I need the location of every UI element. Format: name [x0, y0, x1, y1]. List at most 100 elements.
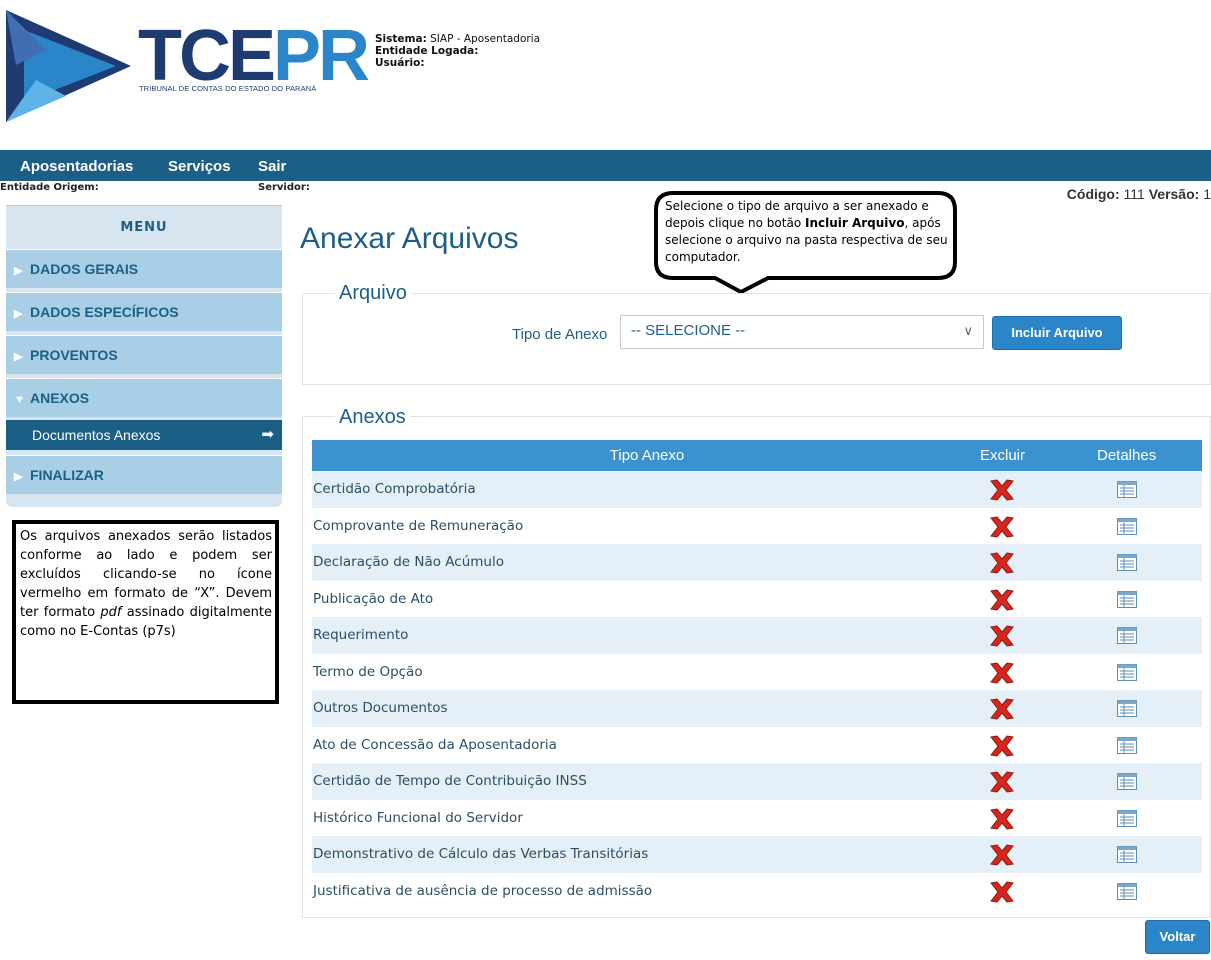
- top-nav: Aposentadorias Serviços Sair: [0, 150, 1211, 181]
- delete-x-icon[interactable]: [987, 588, 1017, 612]
- tipo-anexo-select[interactable]: -- SELECIONE -- ∨: [620, 315, 984, 349]
- tipo-anexo-cell: Ato de Concessão da Aposentadoria: [313, 736, 557, 753]
- codigo-label: Código:: [1066, 186, 1120, 202]
- details-icon[interactable]: [1117, 700, 1137, 717]
- page-title: Anexar Arquivos: [300, 222, 519, 255]
- bubble-text-bold: Incluir Arquivo: [804, 216, 905, 230]
- tipo-anexo-cell: Certidão de Tempo de Contribuição INSS: [313, 773, 587, 789]
- column-header-tipo-anexo: Tipo Anexo: [609, 447, 685, 464]
- delete-x-icon[interactable]: [987, 734, 1017, 758]
- details-icon[interactable]: [1117, 590, 1137, 608]
- delete-x-icon[interactable]: [987, 661, 1017, 685]
- column-header-excluir: Excluir: [980, 447, 1026, 464]
- sidebar-item-dados-especificos[interactable]: ▶ DADOS ESPECÍFICOS: [6, 292, 282, 331]
- entidade-origem-label: Entidade Origem:: [0, 182, 99, 193]
- details-icon[interactable]: [1117, 663, 1137, 681]
- table-row: Outros Documentos: [312, 690, 1202, 727]
- delete-x-icon[interactable]: [987, 843, 1017, 867]
- tipo-anexo-cell: Certidão Comprobatória: [313, 481, 476, 497]
- sidebar-item-proventos[interactable]: ▶ PROVENTOS: [6, 335, 282, 374]
- sidebar-item-label: DADOS ESPECÍFICOS: [30, 304, 179, 320]
- speech-bubble-text: Selecione o tipo de arquivo a ser anexad…: [665, 198, 953, 266]
- table-body: Certidão Comprobatória Comprovante de Rem…: [312, 471, 1202, 909]
- triangle-down-icon: ▼: [14, 394, 25, 406]
- delete-x-icon[interactable]: [987, 697, 1017, 721]
- sidebar-item-label: DADOS GERAIS: [30, 261, 139, 277]
- sidebar-item-anexos[interactable]: ▼ ANEXOS: [6, 378, 282, 417]
- tipo-anexo-cell: Publicação de Ato: [313, 590, 434, 607]
- tipo-anexo-cell: Declaração de Não Acúmulo: [313, 554, 504, 570]
- tipo-anexo-cell: Justificativa de ausência de processo de…: [313, 882, 653, 899]
- sidebar-menu: MENU ▶ DADOS GERAIS ▶ DADOS ESPECÍFICOS ▶ P…: [6, 205, 282, 507]
- delete-x-icon[interactable]: [987, 478, 1017, 502]
- context-bar: Entidade Origem: Servidor:: [0, 182, 1211, 196]
- tipo-anexo-cell: Termo de Opção: [313, 663, 423, 680]
- entidade-logada-label: Entidade Logada:: [375, 45, 479, 57]
- tcepr-logo-icon: [6, 10, 131, 122]
- nav-aposentadorias[interactable]: Aposentadorias: [20, 150, 133, 184]
- details-icon[interactable]: [1117, 809, 1137, 827]
- help-note: Os arquivos anexados serão listados conf…: [12, 520, 279, 704]
- column-header-detalhes: Detalhes: [1097, 447, 1157, 464]
- tipo-anexo-label: Tipo de Anexo: [512, 326, 608, 343]
- tipo-anexo-cell: Requerimento: [313, 627, 409, 643]
- delete-x-icon[interactable]: [987, 624, 1017, 648]
- table-row: Requerimento: [312, 617, 1202, 654]
- anexos-table: Tipo Anexo Excluir Detalhes Certidão Com…: [312, 440, 1202, 909]
- arquivo-legend: Arquivo: [335, 282, 411, 305]
- sidebar-subitem-documentos-anexos[interactable]: Documentos Anexos ➡: [6, 420, 282, 450]
- codigo-value: 111: [1123, 186, 1145, 202]
- triangle-right-icon: ▶: [14, 351, 23, 363]
- tipo-anexo-cell: Comprovante de Remuneração: [313, 517, 524, 534]
- details-icon[interactable]: [1117, 773, 1137, 790]
- sidebar-item-label: FINALIZAR: [30, 467, 104, 483]
- table-header: Tipo Anexo Excluir Detalhes: [312, 440, 1202, 471]
- anexos-legend: Anexos: [335, 406, 410, 429]
- logo-wordmark: TCEPR: [138, 16, 370, 96]
- nav-sair[interactable]: Sair: [258, 150, 286, 184]
- sidebar-item-label: ANEXOS: [30, 390, 90, 406]
- tipo-anexo-cell: Histórico Funcional do Servidor: [313, 809, 523, 826]
- table-row: Declaração de Não Acúmulo: [312, 544, 1202, 581]
- delete-x-icon[interactable]: [987, 807, 1017, 831]
- delete-x-icon[interactable]: [987, 551, 1017, 575]
- chevron-down-icon: ∨: [963, 323, 973, 338]
- triangle-right-icon: ▶: [14, 265, 23, 277]
- details-icon[interactable]: [1117, 736, 1137, 754]
- triangle-right-icon: ▶: [14, 308, 23, 320]
- usuario-label: Usuário:: [375, 57, 425, 69]
- servidor-label: Servidor:: [258, 182, 310, 193]
- arrow-right-icon: ➡: [261, 426, 274, 443]
- incluir-arquivo-button[interactable]: Incluir Arquivo: [992, 316, 1122, 350]
- delete-x-icon[interactable]: [987, 880, 1017, 904]
- details-icon[interactable]: [1117, 627, 1137, 644]
- nav-servicos[interactable]: Serviços: [168, 150, 231, 184]
- tipo-anexo-cell: Demonstrativo de Cálculo das Verbas Tran…: [313, 846, 649, 862]
- details-icon[interactable]: [1117, 846, 1137, 863]
- table-row: Ato de Concessão da Aposentadoria: [312, 726, 1202, 763]
- delete-x-icon[interactable]: [987, 515, 1017, 539]
- help-note-emphasis: pdf: [100, 605, 122, 620]
- details-icon[interactable]: [1117, 517, 1137, 535]
- sidebar-item-dados-gerais[interactable]: ▶ DADOS GERAIS: [6, 249, 282, 288]
- versao-value: 1: [1203, 186, 1211, 202]
- details-icon[interactable]: [1117, 882, 1137, 900]
- sidebar-subitem-label: Documentos Anexos: [32, 427, 161, 443]
- table-row: Certidão Comprobatória: [312, 471, 1202, 508]
- table-row: Termo de Opção: [312, 653, 1202, 690]
- table-row: Comprovante de Remuneração: [312, 507, 1202, 544]
- delete-x-icon[interactable]: [987, 770, 1017, 794]
- details-icon[interactable]: [1117, 481, 1137, 498]
- tipo-anexo-cell: Outros Documentos: [313, 700, 448, 716]
- tipo-anexo-select-value: -- SELECIONE --: [631, 322, 746, 339]
- triangle-right-icon: ▶: [14, 471, 23, 483]
- details-icon[interactable]: [1117, 554, 1137, 571]
- sidebar-item-label: PROVENTOS: [30, 347, 118, 363]
- menu-title: MENU: [6, 205, 282, 249]
- system-info: Sistema: SIAP - Aposentadoria Entidade L…: [375, 33, 540, 69]
- voltar-button[interactable]: Voltar: [1145, 920, 1210, 954]
- table-row: Certidão de Tempo de Contribuição INSS: [312, 763, 1202, 800]
- sidebar-item-finalizar[interactable]: ▶ FINALIZAR: [6, 455, 282, 494]
- codigo-versao: Código: 111 Versão: 1: [1067, 186, 1211, 202]
- header: TCEPR TRIBUNAL DE CONTAS DO ESTADO DO PA…: [0, 0, 1211, 150]
